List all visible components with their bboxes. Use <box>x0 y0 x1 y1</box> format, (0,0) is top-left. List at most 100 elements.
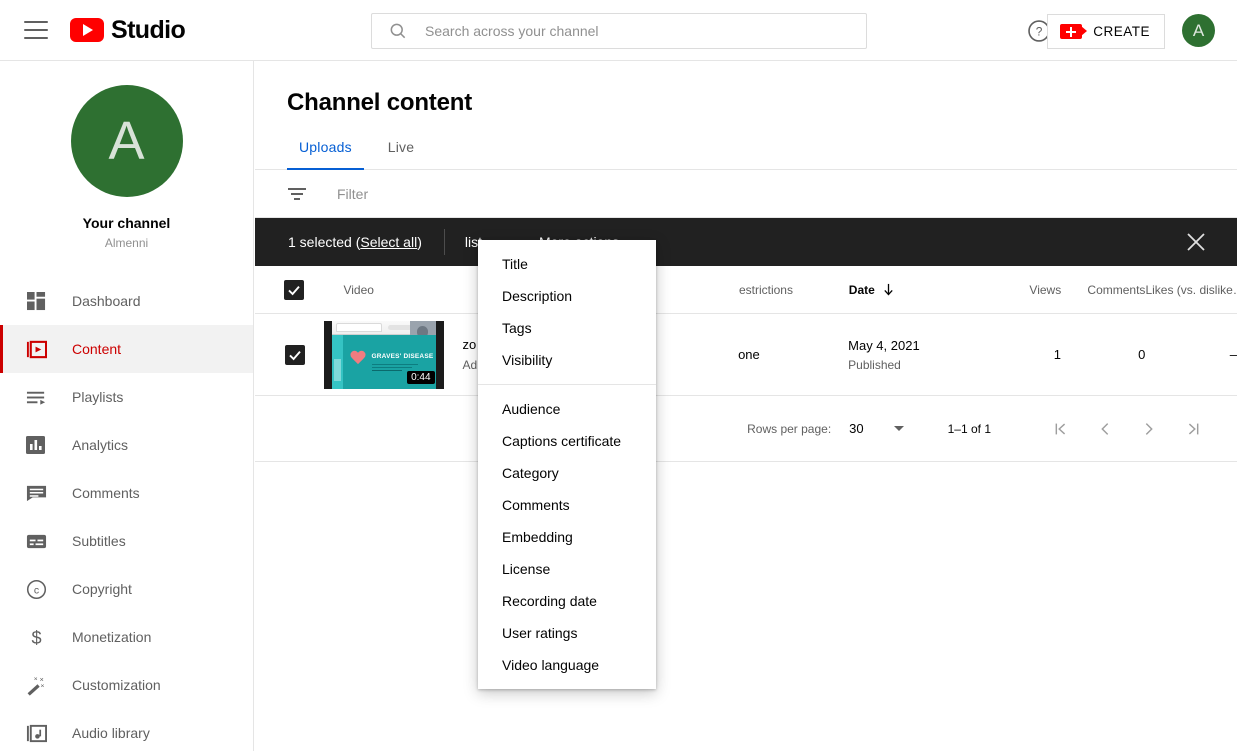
next-page-icon[interactable] <box>1127 420 1171 438</box>
rows-per-page-value[interactable]: 30 <box>849 421 863 436</box>
youtube-play-icon <box>70 18 104 42</box>
avatar[interactable]: A <box>1182 14 1215 47</box>
sidebar-item-label: Subtitles <box>72 533 126 549</box>
svg-text:c: c <box>33 584 38 596</box>
dashboard-icon <box>24 289 48 313</box>
video-status: Published <box>848 357 901 372</box>
video-date: May 4, 2021 <box>848 337 920 353</box>
menu-item-tags[interactable]: Tags <box>478 312 656 344</box>
sidebar-item-label: Comments <box>72 485 140 501</box>
svg-text:✕: ✕ <box>40 683 44 689</box>
dollar-icon: $ <box>24 625 48 649</box>
close-icon[interactable] <box>1185 231 1207 253</box>
menu-item-title[interactable]: Title <box>478 248 656 280</box>
video-plus-icon <box>1060 24 1088 39</box>
sidebar-item-content[interactable]: Content <box>0 325 253 373</box>
sidebar-item-subtitles[interactable]: Subtitles <box>0 517 253 565</box>
tab-live[interactable]: Live <box>376 139 426 169</box>
search-input[interactable] <box>423 22 866 40</box>
pagination-range: 1–1 of 1 <box>947 421 991 436</box>
channel-name: Almenni <box>104 236 149 250</box>
svg-text:✕: ✕ <box>33 676 37 682</box>
playlists-icon <box>24 385 48 409</box>
column-header-date-label: Date <box>848 282 875 297</box>
hamburger-icon[interactable] <box>24 21 48 39</box>
menu-item-visibility[interactable]: Visibility <box>478 344 656 376</box>
select-all-link[interactable]: Select all <box>360 234 417 250</box>
filter-icon <box>287 183 309 205</box>
page-title: Channel content <box>287 89 473 116</box>
sidebar-item-dashboard[interactable]: Dashboard <box>0 277 253 325</box>
sidebar-item-monetization[interactable]: $ Monetization <box>0 613 253 661</box>
selection-count-text: 1 selected ( <box>288 234 361 250</box>
svg-text:$: $ <box>31 628 41 648</box>
first-page-icon[interactable] <box>1039 420 1083 438</box>
menu-item-embedding[interactable]: Embedding <box>478 521 656 553</box>
column-header-restrictions[interactable]: estrictions <box>739 283 849 297</box>
video-description: Ad <box>462 358 478 372</box>
row-checkbox-cell <box>255 344 324 365</box>
filter-bar[interactable]: Filter <box>255 170 1237 218</box>
chevron-down-icon[interactable] <box>893 426 904 431</box>
audio-library-icon <box>24 721 48 745</box>
menu-item-audience[interactable]: Audience <box>478 393 656 425</box>
youtube-studio-content-page: Studio ? CREATE A <box>0 0 1237 751</box>
menu-divider <box>478 384 656 385</box>
sidebar-item-playlists[interactable]: Playlists <box>0 373 253 421</box>
column-header-views[interactable]: Views <box>977 283 1061 297</box>
column-header-date[interactable]: Date <box>849 283 977 297</box>
rows-per-page-label: Rows per page: <box>747 421 832 436</box>
studio-logo[interactable]: Studio <box>70 15 186 44</box>
menu-item-user-ratings[interactable]: User ratings <box>478 617 656 649</box>
search-icon <box>388 21 408 41</box>
magic-wand-icon: ✕ ✕ ✕ <box>24 673 48 697</box>
video-meta: zo Ad <box>444 337 478 372</box>
brand-text: Studio <box>111 15 186 44</box>
menu-item-recording-date[interactable]: Recording date <box>478 585 656 617</box>
sidebar-item-label: Monetization <box>72 629 152 645</box>
prev-page-icon[interactable] <box>1083 420 1127 438</box>
toolbar-divider <box>443 229 445 255</box>
sidebar-item-comments[interactable]: Comments <box>0 469 253 517</box>
sidebar-nav: Dashboard Content Playlists Analytics Co… <box>0 277 253 751</box>
sidebar-item-analytics[interactable]: Analytics <box>0 421 253 469</box>
sidebar-item-copyright[interactable]: c Copyright <box>0 565 253 613</box>
svg-text:?: ? <box>1036 25 1043 39</box>
sidebar-item-label: Analytics <box>72 437 129 453</box>
content-tabs: Uploads Live <box>255 139 1237 170</box>
video-title[interactable]: zo <box>463 337 478 352</box>
video-restrictions: one <box>738 347 760 362</box>
row-checkbox[interactable] <box>284 344 305 365</box>
video-views: 1 <box>1053 347 1061 362</box>
sidebar-item-audio-library[interactable]: Audio library <box>0 709 253 751</box>
video-likes: – <box>1229 347 1237 362</box>
tab-uploads[interactable]: Uploads <box>287 139 364 170</box>
last-page-icon[interactable] <box>1171 420 1215 438</box>
create-button[interactable]: CREATE <box>1047 14 1165 49</box>
sidebar-item-customization[interactable]: ✕ ✕ ✕ Customization <box>0 661 253 709</box>
main-content: Channel content Uploads Live Filter 1 se… <box>255 61 1237 751</box>
video-thumbnail[interactable]: GRAVES' DISEASE 0:44 <box>323 320 444 389</box>
subtitles-icon <box>24 529 48 553</box>
menu-item-category[interactable]: Category <box>478 457 656 489</box>
sidebar-item-label: Copyright <box>72 581 132 597</box>
menu-item-comments[interactable]: Comments <box>478 489 656 521</box>
table-header: Video estrictions Date Views Comments Li… <box>255 266 1237 314</box>
search-bar[interactable] <box>371 13 867 49</box>
menu-item-captions-certificate[interactable]: Captions certificate <box>478 425 656 457</box>
analytics-icon <box>24 433 48 457</box>
channel-avatar[interactable]: A <box>70 85 183 197</box>
select-all-checkbox[interactable] <box>284 279 305 300</box>
selection-count-tail: ) <box>417 234 422 250</box>
menu-item-license[interactable]: License <box>478 553 656 585</box>
video-duration: 0:44 <box>407 370 435 384</box>
menu-item-description[interactable]: Description <box>478 280 656 312</box>
table-row[interactable]: GRAVES' DISEASE 0:44 zo Ad one May 4, 20… <box>255 314 1237 396</box>
sidebar: A Your channel Almenni Dashboard Content… <box>0 61 254 751</box>
content-icon <box>24 337 48 361</box>
column-header-likes[interactable]: Likes (vs. dislike… <box>1145 283 1237 297</box>
pagination: Rows per page: 30 1–1 of 1 <box>255 396 1237 462</box>
menu-item-video-language[interactable]: Video language <box>478 649 656 681</box>
filter-placeholder: Filter <box>337 185 369 202</box>
column-header-comments[interactable]: Comments <box>1061 283 1145 297</box>
